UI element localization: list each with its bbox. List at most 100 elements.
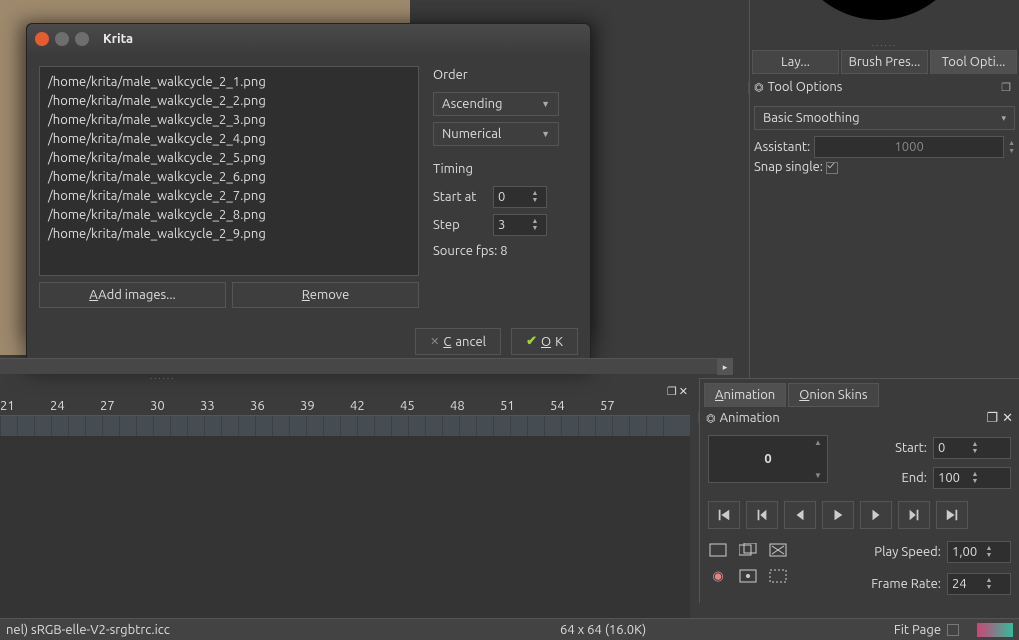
prev-frame-button[interactable] [784,501,816,529]
spin-down-icon[interactable]: ▼ [528,197,542,204]
dock-float-icon[interactable]: ❐ [986,411,998,426]
fit-page-label[interactable]: Fit Page [894,623,941,637]
spin-down-icon[interactable]: ▼ [1008,147,1015,155]
remove-button[interactable]: RemoveRemove [232,282,419,308]
dock-close-icon[interactable]: ✕ [679,385,688,398]
dialog-title: Krita [103,32,133,46]
file-list-item[interactable]: /home/krita/male_walkcycle_2_6.png [48,168,410,187]
anim-end-spin[interactable]: ▲▼ [933,467,1011,489]
step-input[interactable] [494,215,528,235]
first-frame-button[interactable] [708,501,740,529]
dialog-titlebar[interactable]: Krita [27,24,590,54]
file-list-item[interactable]: /home/krita/male_walkcycle_2_8.png [48,206,410,225]
status-bar: nel) sRGB-elle-V2-srgbtrc.icc 64 x 64 (1… [0,618,1019,640]
frame-rate-label: Frame Rate: [871,577,941,591]
tool-options-title: Tool Options [768,80,843,94]
onion-skin-icon[interactable]: ◉ [708,567,728,585]
add-images-button[interactable]: AAdd images...Add images... [39,282,226,308]
window-maximize-icon[interactable] [75,32,89,46]
assistant-label: Assistant: [754,140,810,154]
step-spin[interactable]: ▲▼ [493,214,547,236]
ok-button[interactable]: ✔OKOK [511,328,578,355]
start-at-spin[interactable]: ▲▼ [493,186,547,208]
chevron-down-icon: ▼ [541,129,550,139]
file-list-item[interactable]: /home/krita/male_walkcycle_2_9.png [48,225,410,244]
play-speed-label: Play Speed: [874,545,941,559]
chevron-down-icon: ▼ [541,99,550,109]
current-frame-display[interactable]: 0 ▲▼ [708,435,828,483]
tab-layers[interactable]: Lay... [752,50,839,74]
animation-panel: ······ AnimationAnimation Onion SkinsOni… [699,378,1019,603]
end-label: End: [887,471,927,485]
order-label: Order [433,68,578,82]
file-list-item[interactable]: /home/krita/male_walkcycle_2_7.png [48,187,410,206]
smoothing-combo[interactable]: Basic Smoothing▾ [754,106,1015,130]
file-list-item[interactable]: /home/krita/male_walkcycle_2_3.png [48,111,410,130]
canvas-size-label: 64 x 64 (16.0K) [560,623,646,637]
file-list-item[interactable]: /home/krita/male_walkcycle_2_4.png [48,130,410,149]
brush-preview [789,0,969,20]
cancel-button[interactable]: ✕CancelCancel [415,328,501,355]
scroll-right-icon[interactable]: ▸ [717,359,733,375]
animation-title: Animation [720,411,780,425]
next-keyframe-button[interactable] [898,501,930,529]
auto-frame-icon[interactable] [738,567,758,585]
timeline-panel: ❐✕ 21242730333639424548515457 [0,385,690,632]
file-list-item[interactable]: /home/krita/male_walkcycle_2_1.png [48,73,410,92]
frame-rate-spin[interactable]: ▲▼ [947,573,1011,595]
tab-animation[interactable]: AnimationAnimation [704,383,786,407]
spin-down-icon[interactable]: ▼ [811,471,825,480]
delete-frame-icon[interactable] [768,541,788,559]
tab-brush-presets[interactable]: Brush Pres... [841,50,928,74]
assistant-value[interactable]: 1000 [814,136,1004,158]
start-at-label: Start at [433,190,487,204]
source-fps-label: Source fps: 8 [433,244,578,258]
step-label: Step [433,218,487,232]
fit-page-checkbox[interactable] [947,624,959,636]
snap-single-checkbox[interactable] [826,162,838,174]
close-icon: ✕ [430,335,439,348]
blank-frame-icon[interactable] [708,541,728,559]
spin-up-icon[interactable]: ▲ [811,438,825,447]
chevron-down-icon: ▾ [1001,113,1006,124]
tab-tool-options[interactable]: Tool Opti... [930,50,1017,74]
spin-up-icon[interactable]: ▲ [1008,139,1015,147]
start-at-input[interactable] [494,187,528,207]
next-frame-button[interactable] [860,501,892,529]
window-minimize-icon[interactable] [55,32,69,46]
duplicate-frame-icon[interactable] [738,541,758,559]
import-dialog: Krita /home/krita/male_walkcycle_2_1.png… [26,23,591,368]
play-speed-spin[interactable]: ▲▼ [947,541,1011,563]
transport-bar [700,495,1019,537]
timeline-ruler[interactable]: 21242730333639424548515457 [0,399,690,415]
dock-close-icon[interactable]: ✕ [1002,411,1013,426]
lock-icon[interactable]: ⏣ [754,81,764,94]
drop-frames-icon[interactable] [768,567,788,585]
timeline-track[interactable] [0,415,690,437]
snap-single-label: Snap single: [754,160,823,174]
grip-icon[interactable]: ······ [743,82,750,94]
lock-icon[interactable]: ⏣ [706,412,716,425]
grip-icon[interactable]: ······ [693,411,700,423]
check-icon: ✔ [526,334,537,349]
anim-start-spin[interactable]: ▲▼ [933,437,1011,459]
window-close-icon[interactable] [35,32,49,46]
tab-onion-skins[interactable]: Onion SkinsOnion Skins [788,383,878,407]
spin-down-icon[interactable]: ▼ [528,225,542,232]
restore-icon[interactable]: ❐ [1001,81,1011,94]
file-list-item[interactable]: /home/krita/male_walkcycle_2_5.png [48,149,410,168]
file-list[interactable]: /home/krita/male_walkcycle_2_1.png /home… [39,66,419,276]
color-profile-label: nel) sRGB-elle-V2-srgbtrc.icc [6,623,170,637]
order-mode-combo[interactable]: Numerical▼ [433,122,559,146]
timing-label: Timing [433,162,578,176]
prev-keyframe-button[interactable] [746,501,778,529]
start-label: Start: [887,441,927,455]
canvas-hscroll[interactable]: ▸ [0,358,733,374]
dock-float-icon[interactable]: ❐ [667,385,677,398]
file-list-item[interactable]: /home/krita/male_walkcycle_2_2.png [48,92,410,111]
timeline-body[interactable] [0,437,690,632]
order-direction-combo[interactable]: Ascending▼ [433,92,559,116]
last-frame-button[interactable] [936,501,968,529]
play-button[interactable] [822,501,854,529]
color-swatch[interactable] [977,623,1013,637]
